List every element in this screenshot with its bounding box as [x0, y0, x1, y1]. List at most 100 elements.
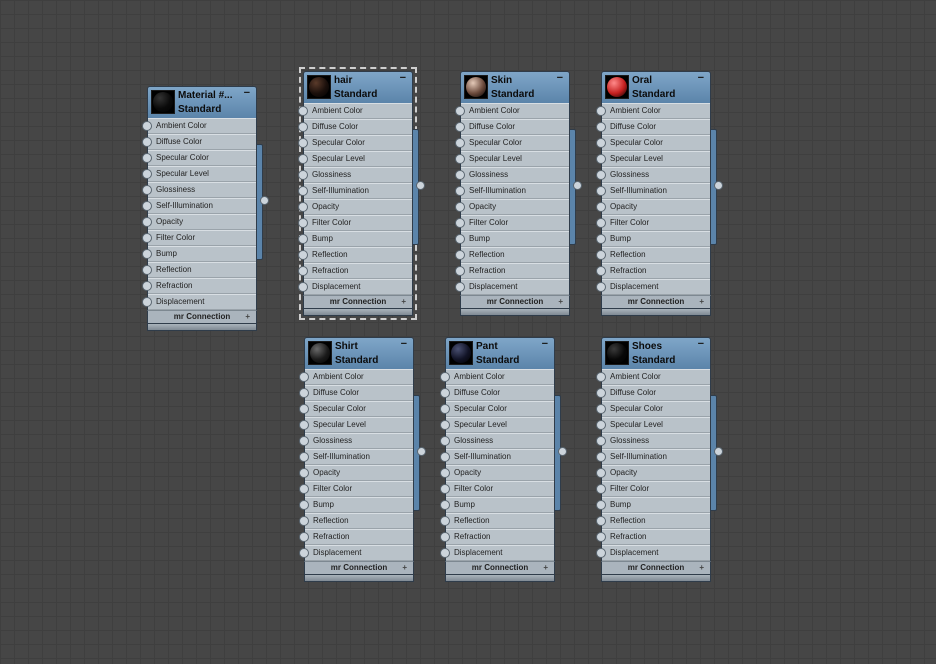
slot-row[interactable]: Self-Illumination: [142, 198, 256, 214]
collapse-icon[interactable]: −: [542, 338, 548, 350]
input-socket-icon[interactable]: [596, 452, 606, 462]
slot-row[interactable]: Specular Color: [298, 135, 412, 151]
slot-row[interactable]: Specular Level: [440, 417, 554, 433]
slot-row[interactable]: Glossiness: [455, 167, 569, 183]
input-socket-icon[interactable]: [596, 282, 606, 292]
input-socket-icon[interactable]: [440, 468, 450, 478]
input-socket-icon[interactable]: [298, 122, 308, 132]
mr-connection-rollout[interactable]: mr Connection +: [304, 561, 414, 575]
input-socket-icon[interactable]: [142, 169, 152, 179]
slot-row[interactable]: Specular Color: [596, 401, 710, 417]
slot-row[interactable]: Refraction: [298, 263, 412, 279]
node-header[interactable]: Shoes Standard −: [601, 337, 711, 369]
slot-row[interactable]: Diffuse Color: [299, 385, 413, 401]
slot-row[interactable]: Diffuse Color: [596, 385, 710, 401]
input-socket-icon[interactable]: [455, 234, 465, 244]
expand-icon[interactable]: +: [543, 562, 548, 574]
slot-row[interactable]: Specular Color: [455, 135, 569, 151]
output-socket-icon[interactable]: [573, 181, 582, 190]
input-socket-icon[interactable]: [299, 452, 309, 462]
slot-row[interactable]: Reflection: [596, 247, 710, 263]
input-socket-icon[interactable]: [142, 153, 152, 163]
mr-connection-rollout[interactable]: mr Connection +: [303, 295, 413, 309]
slot-row[interactable]: Displacement: [455, 279, 569, 295]
slot-row[interactable]: Opacity: [596, 465, 710, 481]
slot-row[interactable]: Diffuse Color: [596, 119, 710, 135]
input-socket-icon[interactable]: [440, 404, 450, 414]
input-socket-icon[interactable]: [142, 233, 152, 243]
mr-connection-rollout[interactable]: mr Connection +: [445, 561, 555, 575]
slot-row[interactable]: Specular Level: [299, 417, 413, 433]
slot-row[interactable]: Reflection: [299, 513, 413, 529]
slot-row[interactable]: Refraction: [299, 529, 413, 545]
output-socket-icon[interactable]: [714, 447, 723, 456]
output-socket-icon[interactable]: [714, 181, 723, 190]
input-socket-icon[interactable]: [440, 532, 450, 542]
slot-row[interactable]: Bump: [455, 231, 569, 247]
input-socket-icon[interactable]: [299, 468, 309, 478]
expand-icon[interactable]: +: [699, 562, 704, 574]
mr-connection-rollout[interactable]: mr Connection +: [601, 295, 711, 309]
input-socket-icon[interactable]: [298, 282, 308, 292]
input-socket-icon[interactable]: [596, 218, 606, 228]
input-socket-icon[interactable]: [596, 122, 606, 132]
slot-row[interactable]: Reflection: [298, 247, 412, 263]
slot-row[interactable]: Specular Level: [142, 166, 256, 182]
slot-row[interactable]: Filter Color: [596, 215, 710, 231]
input-socket-icon[interactable]: [455, 138, 465, 148]
input-socket-icon[interactable]: [298, 138, 308, 148]
input-socket-icon[interactable]: [142, 265, 152, 275]
slot-row[interactable]: Ambient Color: [596, 103, 710, 119]
slot-row[interactable]: Self-Illumination: [298, 183, 412, 199]
slot-row[interactable]: Filter Color: [299, 481, 413, 497]
slot-row[interactable]: Displacement: [596, 279, 710, 295]
input-socket-icon[interactable]: [596, 548, 606, 558]
slot-row[interactable]: Opacity: [142, 214, 256, 230]
material-node[interactable]: Shirt Standard − Ambient Color Diffuse Color…: [299, 337, 426, 582]
slot-row[interactable]: Specular Level: [298, 151, 412, 167]
input-socket-icon[interactable]: [299, 420, 309, 430]
input-socket-icon[interactable]: [596, 186, 606, 196]
slot-row[interactable]: Bump: [596, 497, 710, 513]
input-socket-icon[interactable]: [440, 516, 450, 526]
slot-row[interactable]: Bump: [142, 246, 256, 262]
slot-row[interactable]: Refraction: [440, 529, 554, 545]
slot-row[interactable]: Opacity: [455, 199, 569, 215]
output-socket-icon[interactable]: [558, 447, 567, 456]
slot-row[interactable]: Glossiness: [596, 167, 710, 183]
slot-row[interactable]: Reflection: [142, 262, 256, 278]
slot-row[interactable]: Displacement: [440, 545, 554, 561]
input-socket-icon[interactable]: [455, 218, 465, 228]
slot-row[interactable]: Specular Color: [299, 401, 413, 417]
slot-row[interactable]: Refraction: [596, 529, 710, 545]
slot-row[interactable]: Bump: [299, 497, 413, 513]
input-socket-icon[interactable]: [299, 484, 309, 494]
node-header[interactable]: Skin Standard −: [460, 71, 570, 103]
node-header[interactable]: Pant Standard −: [445, 337, 555, 369]
slot-row[interactable]: Ambient Color: [298, 103, 412, 119]
collapse-icon[interactable]: −: [698, 338, 704, 350]
input-socket-icon[interactable]: [596, 234, 606, 244]
input-socket-icon[interactable]: [596, 106, 606, 116]
slot-row[interactable]: Reflection: [440, 513, 554, 529]
slot-row[interactable]: Diffuse Color: [142, 134, 256, 150]
slot-row[interactable]: Ambient Color: [142, 118, 256, 134]
input-socket-icon[interactable]: [596, 404, 606, 414]
input-socket-icon[interactable]: [142, 297, 152, 307]
slot-row[interactable]: Opacity: [299, 465, 413, 481]
expand-icon[interactable]: +: [558, 296, 563, 308]
slot-row[interactable]: Glossiness: [596, 433, 710, 449]
slot-row[interactable]: Self-Illumination: [596, 183, 710, 199]
collapse-icon[interactable]: −: [244, 87, 250, 99]
slot-row[interactable]: Glossiness: [299, 433, 413, 449]
slot-row[interactable]: Filter Color: [596, 481, 710, 497]
input-socket-icon[interactable]: [596, 372, 606, 382]
output-socket-icon[interactable]: [260, 196, 269, 205]
input-socket-icon[interactable]: [299, 548, 309, 558]
input-socket-icon[interactable]: [455, 250, 465, 260]
input-socket-icon[interactable]: [596, 266, 606, 276]
input-socket-icon[interactable]: [596, 202, 606, 212]
expand-icon[interactable]: +: [401, 296, 406, 308]
input-socket-icon[interactable]: [299, 516, 309, 526]
input-socket-icon[interactable]: [298, 106, 308, 116]
